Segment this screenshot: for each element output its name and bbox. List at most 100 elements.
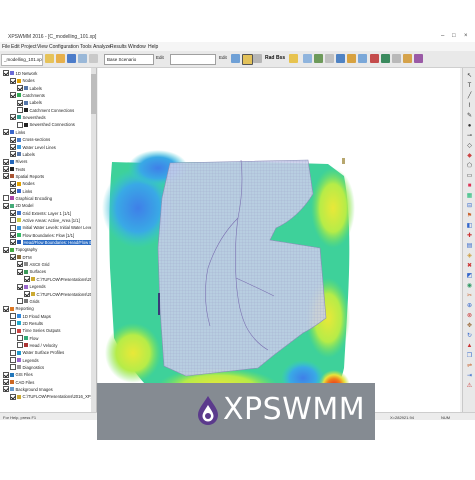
layer-row[interactable]: Labels — [10, 151, 35, 158]
bss-tool[interactable]: Bss — [276, 55, 285, 61]
layer-row[interactable]: Background Images — [3, 386, 53, 393]
layer-row[interactable]: Cross-sections — [10, 136, 50, 143]
flag-tool-icon[interactable]: ⚑ — [466, 212, 473, 219]
layer-visibility-checkbox[interactable] — [3, 305, 9, 312]
layer-row[interactable]: Water Surface Profiles — [10, 349, 64, 356]
layer-visibility-checkbox[interactable] — [3, 195, 9, 202]
zoom-icon[interactable] — [253, 54, 262, 63]
layer-row[interactable]: Water Level Lines — [10, 143, 56, 151]
layer-row[interactable]: Sewershed Connections — [17, 121, 75, 128]
help-icon[interactable] — [414, 54, 423, 63]
layer-row[interactable]: ASCII Grid — [17, 261, 50, 268]
open-icon[interactable] — [56, 54, 65, 63]
node-tool-icon[interactable]: ● — [466, 122, 473, 129]
layer-row[interactable]: Spatial Reports — [3, 173, 44, 180]
highlight-icon[interactable] — [289, 54, 298, 63]
menu-results[interactable]: Results — [110, 44, 127, 50]
save-icon[interactable] — [67, 54, 76, 63]
rectangle-tool-icon[interactable]: ▭ — [466, 172, 473, 179]
extend-tool-icon[interactable]: ⇥ — [466, 372, 473, 379]
rotate-tool-icon[interactable]: ↻ — [466, 332, 473, 339]
split-tool-icon[interactable]: ✂ — [466, 292, 473, 299]
profile-tool-icon[interactable]: ◩ — [466, 272, 473, 279]
pointer-icon[interactable]: ↖ — [466, 72, 473, 79]
layers-scrollbar[interactable] — [91, 68, 96, 412]
profile-icon[interactable] — [336, 54, 345, 63]
layer-row[interactable]: Links — [3, 129, 25, 136]
pan-icon[interactable] — [231, 54, 240, 63]
minimize-button[interactable]: – — [441, 33, 444, 39]
layer-visibility-checkbox[interactable] — [3, 173, 9, 180]
layer-row[interactable]: C:\TUFLOW\Presentations\20... — [24, 276, 96, 283]
new-icon[interactable] — [45, 54, 54, 63]
layer-visibility-checkbox[interactable] — [10, 224, 16, 231]
layer-row[interactable]: Head / Velocity — [17, 342, 57, 349]
scenario-select[interactable]: Base Scenario — [104, 54, 154, 65]
layer-visibility-checkbox[interactable] — [24, 276, 30, 283]
copy-tool-icon[interactable]: ❐ — [466, 352, 473, 359]
layer-row[interactable]: Rivers — [3, 158, 27, 165]
menu-configuration[interactable]: Configuration — [49, 44, 79, 50]
layer-row[interactable]: Surfaces — [17, 268, 46, 275]
layer-visibility-checkbox[interactable] — [10, 320, 16, 327]
layer-visibility-checkbox[interactable] — [17, 85, 23, 92]
layer-visibility-checkbox[interactable] — [10, 327, 16, 334]
layer-row[interactable]: Catchments — [10, 92, 45, 99]
layer-visibility-checkbox[interactable] — [24, 290, 30, 297]
link-tool-icon[interactable]: ⊸ — [466, 132, 473, 139]
layer-visibility-checkbox[interactable] — [10, 254, 16, 261]
layer-visibility-checkbox[interactable] — [10, 393, 16, 400]
measure-tool-icon[interactable]: ⊟ — [466, 202, 473, 209]
layer-row[interactable]: Sewersheds — [10, 114, 46, 121]
layer-row[interactable]: Topography — [3, 246, 37, 253]
layer-visibility-checkbox[interactable] — [17, 283, 23, 290]
close-button[interactable]: × — [464, 33, 468, 39]
erase-tool-icon[interactable]: ⊗ — [466, 312, 473, 319]
layer-row[interactable]: Flow — [17, 334, 38, 342]
layer-row[interactable]: 2D Model — [3, 202, 33, 209]
layer-visibility-checkbox[interactable] — [10, 136, 16, 143]
line-tool-icon[interactable]: ╱ — [466, 92, 473, 99]
select-icon[interactable] — [242, 54, 253, 65]
menu-help[interactable]: Help — [148, 44, 158, 50]
pen-tool-icon[interactable]: ✎ — [466, 112, 473, 119]
fill-tool-icon[interactable]: ◉ — [466, 282, 473, 289]
map-view[interactable] — [98, 68, 460, 412]
layer-row[interactable]: 1D Flood Maps — [10, 312, 51, 320]
layer-row[interactable]: Head/Flow Boundaries: Head/Flow Boundary — [10, 239, 96, 246]
run-icon[interactable] — [347, 54, 356, 63]
boundary-tool-icon[interactable]: ◆ — [466, 152, 473, 159]
settings-icon[interactable] — [392, 54, 401, 63]
warning-tool-icon[interactable]: ⚠ — [466, 382, 473, 389]
layer-visibility-checkbox[interactable] — [3, 70, 9, 77]
layer-visibility-checkbox[interactable] — [3, 165, 9, 172]
layer-visibility-checkbox[interactable] — [10, 77, 16, 84]
print-icon[interactable] — [78, 54, 87, 63]
label-tool-icon[interactable]: ◈ — [466, 252, 473, 259]
layer-row[interactable]: Labels — [17, 99, 42, 106]
layer-visibility-checkbox[interactable] — [10, 143, 16, 150]
scenario-edit-button[interactable]: Edit — [156, 55, 164, 60]
layer-row[interactable]: C:\TUFLOW\Presentations\20... — [24, 290, 96, 298]
layer-row[interactable]: C:\TUFLOW\Presentations\2016_XP_L... — [10, 393, 96, 400]
table-icon[interactable] — [303, 54, 312, 63]
layer-visibility-checkbox[interactable] — [17, 334, 23, 341]
layer-visibility-checkbox[interactable] — [10, 357, 16, 364]
layers-scroll-thumb[interactable] — [91, 74, 96, 114]
area-tool-icon[interactable]: ■ — [466, 182, 473, 189]
layer-row[interactable]: Catchment Connections — [17, 107, 74, 114]
menu-window[interactable]: Window — [128, 44, 146, 50]
layer-row[interactable]: Texts — [3, 165, 25, 173]
layer-visibility-checkbox[interactable] — [3, 386, 9, 393]
layer-visibility-checkbox[interactable] — [10, 114, 16, 121]
hazard-tool-icon[interactable]: ▲ — [466, 342, 473, 349]
layer-visibility-checkbox[interactable] — [3, 158, 9, 165]
layer-row[interactable]: Time Series Outputs — [10, 327, 61, 334]
filter-icon[interactable] — [325, 54, 334, 63]
layer-visibility-checkbox[interactable] — [17, 298, 23, 305]
menu-tools[interactable]: Tools — [80, 44, 92, 50]
layer-row[interactable]: DTM — [10, 254, 32, 261]
polyline-tool-icon[interactable]: ⌇ — [466, 102, 473, 109]
layer-row[interactable]: Flow Boundaries: Flow [1/1] — [10, 232, 74, 239]
pin-tool-icon[interactable]: ✚ — [466, 232, 473, 239]
